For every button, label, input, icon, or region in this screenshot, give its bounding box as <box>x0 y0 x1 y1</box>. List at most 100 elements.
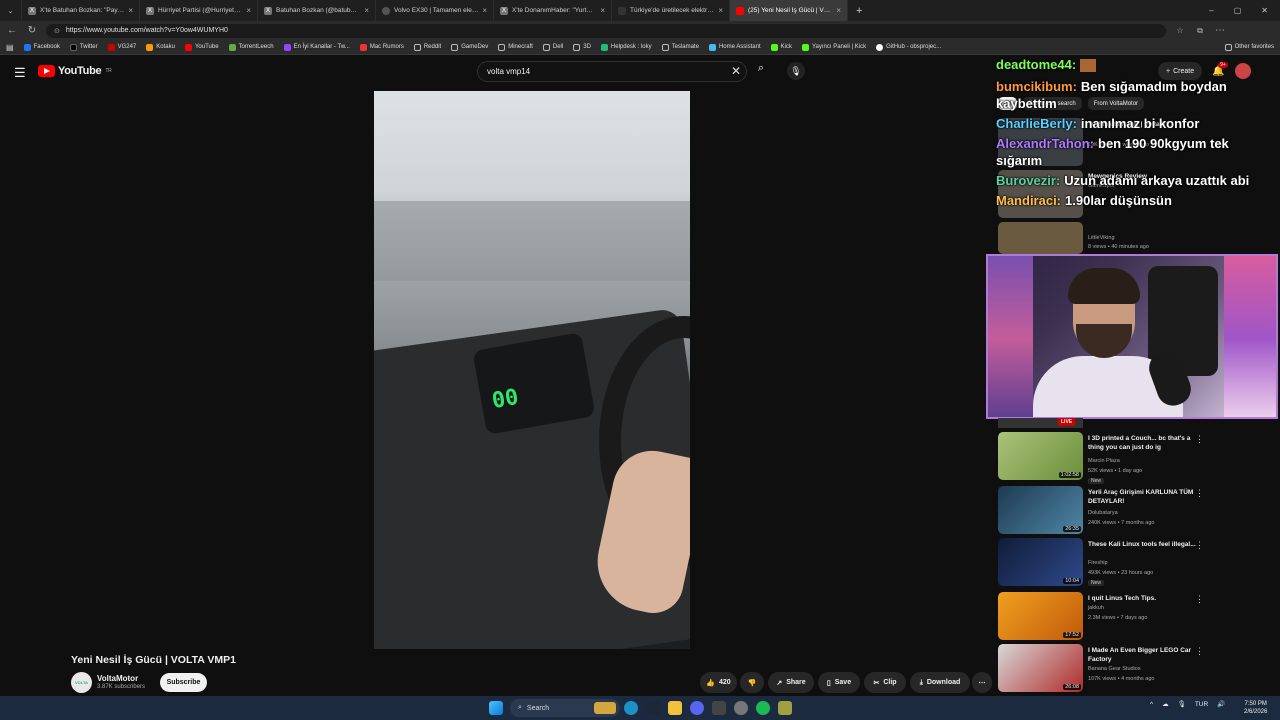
channel-name[interactable]: VoltaMotor <box>97 674 138 683</box>
tab-list-button[interactable]: ⌄ <box>0 0 22 21</box>
rec-channel[interactable]: Fireship <box>1088 560 1108 566</box>
chrome-icon[interactable] <box>734 701 748 715</box>
close-icon[interactable]: × <box>128 6 133 15</box>
star-icon[interactable]: ☆ <box>1174 26 1186 35</box>
more-actions-button[interactable]: ⋯ <box>972 672 992 693</box>
app-icon[interactable] <box>712 701 726 715</box>
rec-title[interactable]: I 3D printed a Couch... bc that's a thin… <box>1088 434 1198 452</box>
hamburger-menu-icon[interactable]: ☰ <box>14 65 26 81</box>
browser-tab-active[interactable]: (25) Yeni Nesil İş Gücü | VOLTA VM× <box>730 0 848 21</box>
video-thumbnail[interactable]: 26:35 <box>998 486 1083 534</box>
list-item[interactable]: 1:02:58 I 3D printed a Couch... bc that'… <box>998 432 1278 484</box>
video-thumbnail[interactable]: 10:04 <box>998 538 1083 586</box>
dislike-button[interactable]: 👎 <box>740 672 764 693</box>
spotify-icon[interactable] <box>756 701 770 715</box>
share-button[interactable]: ↗ Share <box>768 672 814 693</box>
reload-icon[interactable]: ↻ <box>26 25 38 36</box>
bookmark-item[interactable]: Kick <box>770 43 792 51</box>
browser-tab[interactable]: X X'te DonanımHaber: "Yurtdışı × <box>494 0 612 21</box>
top-rec-3[interactable] <box>998 222 1083 254</box>
browser-tab[interactable]: Volvo EX30 | Tamamen elektrikli k× <box>376 0 494 21</box>
steam-icon[interactable] <box>646 701 660 715</box>
bookmarks-menu-icon[interactable]: ▤ <box>6 43 14 52</box>
save-button[interactable]: ▯ Save <box>818 672 860 693</box>
windows-start-icon[interactable] <box>489 701 503 715</box>
browser-tab[interactable]: Türkiye'de üretilecek elektrikli Hyu× <box>612 0 730 21</box>
bookmark-folder[interactable]: 3D <box>573 43 591 51</box>
channel-avatar[interactable]: VOLTA <box>71 672 92 693</box>
file-explorer-icon[interactable] <box>668 701 682 715</box>
rec-channel[interactable]: Banana Gear Studios <box>1088 666 1141 672</box>
download-button[interactable]: ⤓ Download <box>910 672 970 693</box>
volume-icon[interactable]: 🔊 <box>1217 700 1225 708</box>
minimize-icon[interactable]: – <box>1209 6 1213 15</box>
browser-tab[interactable]: XX'te Batuhan Bozkan: "Paypal, Ap× <box>22 0 140 21</box>
bookmark-item[interactable]: TorrentLeech <box>228 43 274 51</box>
more-dots-icon[interactable]: ⋮ <box>1195 434 1204 445</box>
taskbar-search[interactable]: ⌕ Search <box>510 699 620 717</box>
bookmark-folder[interactable]: Dell <box>542 43 563 51</box>
rec-title[interactable]: Yerli Araç Girişimi KARLUNA TÜM DETAYLAR… <box>1088 488 1198 506</box>
mic-tray-icon[interactable]: 🎙 <box>1178 700 1186 708</box>
bookmark-item[interactable]: GitHub - obsprojec... <box>876 43 941 51</box>
bookmark-folder[interactable]: Minecraft <box>498 43 533 51</box>
extensions-icon[interactable]: ⧉ <box>1194 26 1206 36</box>
language-indicator[interactable]: TUR <box>1195 701 1208 708</box>
subscribe-button[interactable]: Subscribe <box>160 673 207 692</box>
close-icon[interactable]: × <box>836 6 841 15</box>
browser-tab[interactable]: XHürriyet Partisi (@HurriyetPartiliI)× <box>140 0 258 21</box>
youtube-logo[interactable]: YouTube TR <box>38 65 112 77</box>
bookmark-folder[interactable]: Teslamate <box>661 43 699 51</box>
cloud-icon[interactable]: ☁ <box>1162 700 1169 708</box>
new-tab-button[interactable]: + <box>856 5 862 17</box>
address-bar[interactable]: ⊙ https://www.youtube.com/watch?v=Y0ow4W… <box>46 23 1166 38</box>
browser-tab[interactable]: XBatuhan Bozkan (@batubozkan) /× <box>258 0 376 21</box>
more-dots-icon[interactable]: ⋮ <box>1195 540 1204 551</box>
video-thumbnail[interactable]: 17:52 <box>998 592 1083 640</box>
list-item[interactable]: 10:04 These Kali Linux tools feel illega… <box>998 538 1278 586</box>
search-input[interactable]: volta vmp14 <box>477 61 747 82</box>
rec-title[interactable]: I Made An Even Bigger LEGO Car Factory <box>1088 646 1198 664</box>
bookmark-item[interactable]: Kotaku <box>146 43 175 51</box>
more-dots-icon[interactable]: ⋮ <box>1195 488 1204 499</box>
rec-title[interactable]: I quit Linus Tech Tips. <box>1088 594 1198 603</box>
close-window-icon[interactable]: ✕ <box>1261 6 1268 15</box>
bookmark-folder[interactable]: GameDev <box>451 43 488 51</box>
bookmark-folder[interactable]: Reddit <box>413 43 441 51</box>
bookmark-item[interactable]: Facebook <box>23 43 60 51</box>
list-item[interactable]: 26:08 I Made An Even Bigger LEGO Car Fac… <box>998 644 1278 692</box>
video-thumbnail[interactable]: 1:02:58 <box>998 432 1083 480</box>
menu-dots-icon[interactable]: ⋯ <box>1214 25 1226 36</box>
maximize-icon[interactable]: ▢ <box>1234 6 1242 15</box>
discord-icon[interactable] <box>690 701 704 715</box>
list-item[interactable]: 26:35 Yerli Araç Girişimi KARLUNA TÜM DE… <box>998 486 1278 534</box>
close-icon[interactable]: × <box>246 6 251 15</box>
other-favorites[interactable]: Other favorites <box>1224 43 1274 51</box>
clear-search-icon[interactable]: ✕ <box>731 64 741 78</box>
bookmark-item[interactable]: Yayıncı Paneli | Kick <box>801 43 866 51</box>
edge-icon[interactable] <box>624 701 638 715</box>
more-dots-icon[interactable]: ⋮ <box>1195 594 1204 605</box>
bookmark-item[interactable]: Helpdesk : loky <box>600 43 652 51</box>
close-icon[interactable]: × <box>718 6 723 15</box>
back-icon[interactable]: ← <box>6 25 18 36</box>
rec-title[interactable]: These Kali Linux tools feel illegal... <box>1088 540 1198 549</box>
bookmark-item[interactable]: Home Assistant <box>708 43 761 51</box>
bookmark-item[interactable]: YouTube <box>184 43 219 51</box>
site-info-icon[interactable]: ⊙ <box>54 27 60 35</box>
bookmark-item[interactable]: Twitter <box>69 43 98 51</box>
bookmark-item[interactable]: Mac Rumors <box>359 43 404 51</box>
rec-channel[interactable]: Marcin Plaza <box>1088 458 1120 464</box>
rec-channel[interactable]: Dolubatarya <box>1088 510 1118 516</box>
more-dots-icon[interactable]: ⋮ <box>1195 646 1204 657</box>
search-icon[interactable]: ⌕ <box>752 62 770 80</box>
bookmark-item[interactable]: VG247 <box>107 43 136 51</box>
tray-chevron-icon[interactable]: ^ <box>1150 701 1153 708</box>
video-thumbnail[interactable]: 26:08 <box>998 644 1083 692</box>
like-button[interactable]: 👍 420 <box>700 672 737 693</box>
bookmark-item[interactable]: En İyi Kanallar - Tw... <box>283 43 350 51</box>
close-icon[interactable]: × <box>600 6 605 15</box>
close-icon[interactable]: × <box>482 6 487 15</box>
microphone-icon[interactable]: 🎙 <box>787 62 805 80</box>
video-player[interactable]: 00 <box>374 91 690 649</box>
